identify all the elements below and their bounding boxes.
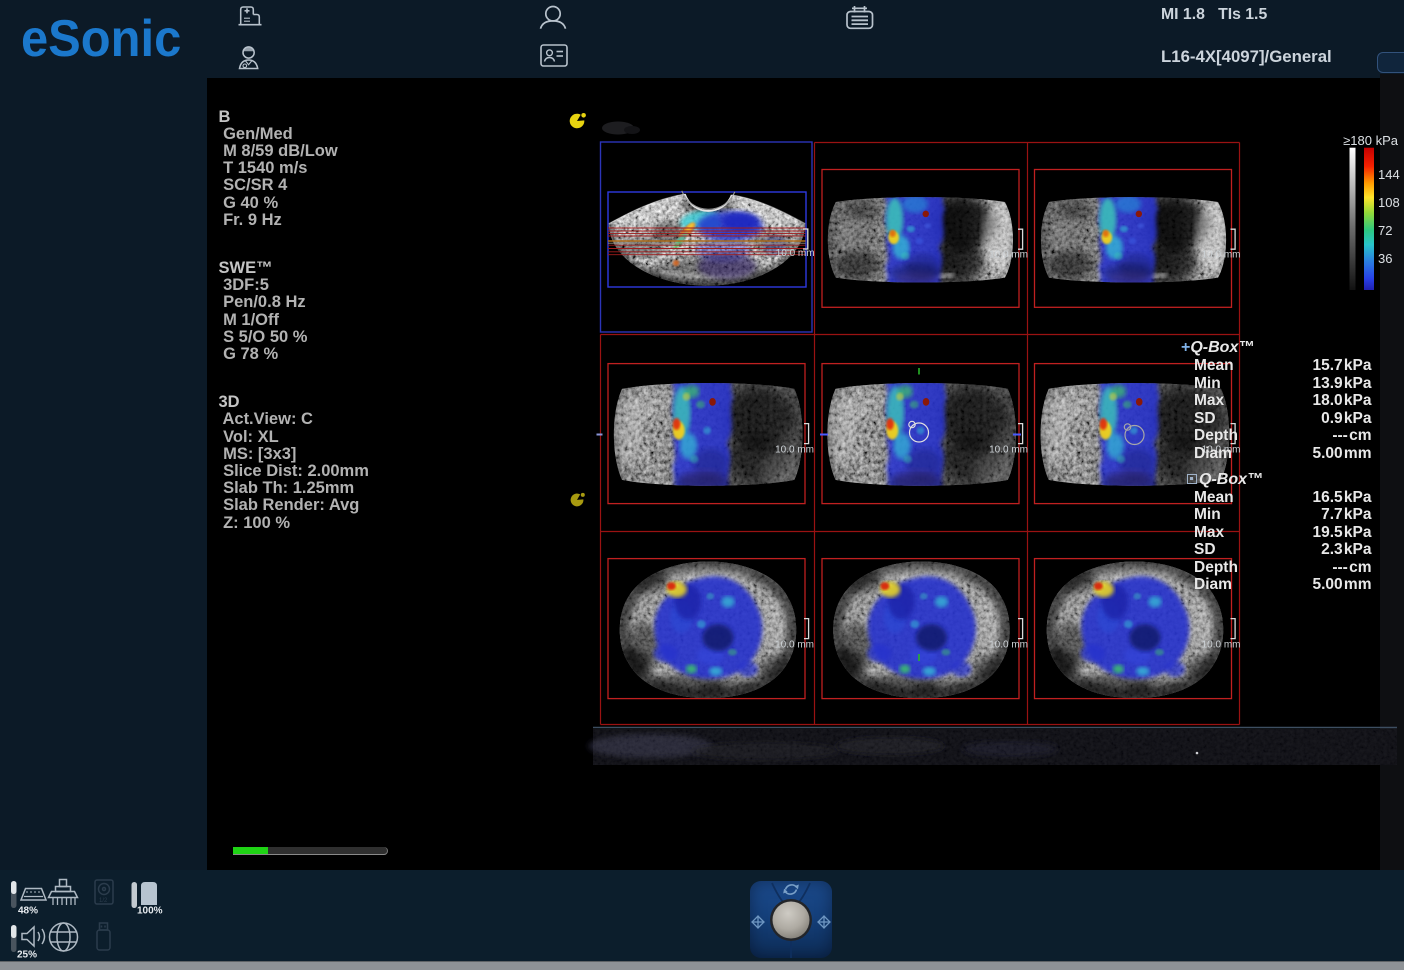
svg-text:10.0 mm: 10.0 mm bbox=[989, 445, 1028, 456]
svg-text:25%: 25% bbox=[17, 950, 37, 961]
svg-text:10.0 mm: 10.0 mm bbox=[1202, 250, 1241, 261]
svg-text:10.0 mm: 10.0 mm bbox=[989, 250, 1028, 261]
svg-text:10.0 mm: 10.0 mm bbox=[775, 640, 814, 651]
svg-text:10.0 mm: 10.0 mm bbox=[1202, 640, 1241, 651]
svg-text:108: 108 bbox=[1378, 195, 1400, 210]
svg-text:10.0 mm: 10.0 mm bbox=[776, 248, 815, 259]
svg-text:10.0 mm: 10.0 mm bbox=[989, 640, 1028, 651]
svg-text:100%: 100% bbox=[137, 906, 163, 917]
svg-text:144: 144 bbox=[1378, 167, 1400, 182]
svg-text:48%: 48% bbox=[18, 906, 38, 917]
svg-text:1/2: 1/2 bbox=[99, 898, 108, 904]
svg-text:36: 36 bbox=[1378, 251, 1392, 266]
svg-text:≥180 kPa: ≥180 kPa bbox=[1343, 133, 1399, 148]
svg-text:72: 72 bbox=[1378, 223, 1392, 238]
svg-text:10.0 mm: 10.0 mm bbox=[775, 445, 814, 456]
